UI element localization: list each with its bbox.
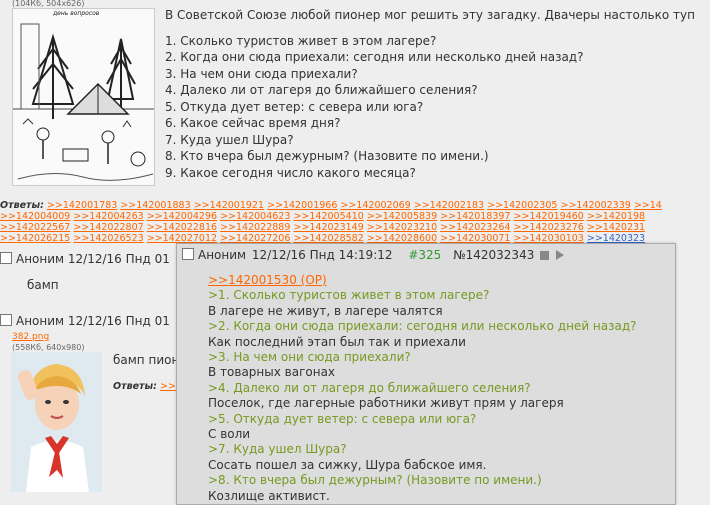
question-3: 3. На чем они сюда приехали? bbox=[165, 66, 358, 81]
popup-quote: >3. На чем они сюда приехали? bbox=[208, 350, 411, 365]
popup-op-link[interactable]: >>142001530 (OP) bbox=[208, 273, 637, 288]
reply-link[interactable]: >>142005839 bbox=[367, 211, 437, 222]
popup-answer: В лагере не живут, в лагере чалятся bbox=[208, 303, 443, 318]
replies-label: Ответы: bbox=[0, 200, 44, 211]
pioneer-illustration bbox=[11, 352, 102, 492]
reply-link[interactable]: >>142004009 bbox=[0, 211, 70, 222]
reply-link[interactable]: >>142022816 bbox=[147, 222, 217, 233]
reply-link[interactable]: >>142001921 bbox=[194, 200, 264, 211]
popup-answer: Козлище активист. bbox=[208, 488, 330, 503]
question-7: 7. Куда ушел Шура? bbox=[165, 132, 294, 147]
post2-checkbox[interactable] bbox=[0, 314, 12, 326]
popup-checkbox[interactable] bbox=[182, 248, 194, 260]
post2-header-text: Аноним 12/12/16 Пнд 01 bbox=[16, 314, 170, 328]
popup-quote: >7. Куда ушел Шура? bbox=[208, 442, 347, 457]
op-text: В Советской Союзе любой пионер мог решит… bbox=[165, 7, 710, 181]
reply-link[interactable]: >>142022807 bbox=[73, 222, 143, 233]
reply-link[interactable]: >>142004263 bbox=[73, 211, 143, 222]
popup-answer: Как последний этап был так и приехали bbox=[208, 334, 466, 349]
reply-link[interactable]: >>142002339 bbox=[560, 200, 630, 211]
reply-link[interactable]: >>142001966 bbox=[267, 200, 337, 211]
popup-quote: >8. Кто вчера был дежурным? (Назовите по… bbox=[208, 473, 542, 488]
reply-link[interactable]: >>142019460 bbox=[514, 211, 584, 222]
question-8: 8. Кто вчера был дежурным? (Назовите по … bbox=[165, 149, 489, 163]
reply-link[interactable]: >>142023264 bbox=[440, 222, 510, 233]
camp-drawing bbox=[13, 23, 154, 181]
expand-triangle-icon[interactable] bbox=[556, 250, 564, 260]
reply-link[interactable]: >>142026523 bbox=[73, 233, 143, 244]
question-2: 2. Когда они сюда приехали: сегодня или … bbox=[165, 50, 584, 64]
replies-row-3: >>142022567 >>142022807 >>142022816 >>14… bbox=[0, 222, 645, 233]
popup-quote: >4. Далеко ли от лагеря до ближайшего се… bbox=[208, 380, 531, 395]
question-9: 9. Какое сегодня число какого месяца? bbox=[165, 165, 416, 180]
reply-link[interactable]: >>142001783 bbox=[47, 200, 117, 211]
popup-answer: С воли bbox=[208, 427, 251, 442]
popup-header: Аноним 12/12/16 Пнд 14:19:12 #325 №14203… bbox=[182, 248, 564, 262]
post1-header: Аноним 12/12/16 Пнд 01 bbox=[0, 252, 170, 266]
op-image-caption: день вопросов bbox=[53, 10, 100, 17]
post-preview-popup: Аноним 12/12/16 Пнд 14:19:12 #325 №14203… bbox=[176, 243, 676, 505]
popup-answer: В товарных вагонах bbox=[208, 365, 336, 380]
reply-link[interactable]: >>142023276 bbox=[514, 222, 584, 233]
reply-link[interactable]: >>142026215 bbox=[0, 233, 70, 244]
post1-checkbox[interactable] bbox=[0, 252, 12, 264]
popup-quote: >2. Когда они сюда приехали: сегодня или… bbox=[208, 319, 637, 334]
reply-link[interactable]: >>142022889 bbox=[220, 222, 290, 233]
question-6: 6. Какое сейчас время дня? bbox=[165, 116, 341, 130]
op-intro: В Советской Союзе любой пионер мог решит… bbox=[165, 8, 695, 22]
popup-quote: >5. Откуда дует ветер: с севера или юга? bbox=[208, 411, 477, 426]
reply-link[interactable]: >>142018397 bbox=[440, 211, 510, 222]
question-1: 1. Сколько туристов живет в этом лагере? bbox=[165, 33, 437, 48]
post1-text: бамп bbox=[27, 278, 59, 292]
question-4: 4. Далеко ли от лагеря до ближайшего сел… bbox=[165, 83, 478, 97]
replies-row-2: >>142004009 >>142004263 >>142004296 >>14… bbox=[0, 211, 645, 222]
reply-link[interactable]: >>142002183 bbox=[414, 200, 484, 211]
hide-icon[interactable] bbox=[540, 251, 550, 260]
post1-header-text: Аноним 12/12/16 Пнд 01 bbox=[16, 252, 170, 266]
reply-link[interactable]: >>1420231 bbox=[587, 222, 645, 233]
post2-reply-link[interactable]: >> bbox=[160, 381, 176, 392]
reply-link[interactable]: >>142004296 bbox=[147, 211, 217, 222]
reply-link[interactable]: >>142023149 bbox=[293, 222, 363, 233]
reply-link[interactable]: >>142023210 bbox=[367, 222, 437, 233]
post2-file-info: (558Кб, 640x980) bbox=[12, 343, 85, 352]
post2-replies: Ответы: >> bbox=[113, 381, 176, 392]
post2-replies-label: Ответы: bbox=[113, 381, 157, 392]
popup-post-id[interactable]: №142032343 bbox=[453, 248, 534, 262]
post2-image[interactable] bbox=[11, 352, 102, 492]
reply-link[interactable]: >>14 bbox=[634, 200, 662, 211]
reply-link[interactable]: >>142001883 bbox=[120, 200, 190, 211]
op-image[interactable]: день вопросов bbox=[12, 8, 155, 186]
question-5: 5. Откуда дует ветер: с севера или юга? bbox=[165, 99, 424, 114]
post2-header: Аноним 12/12/16 Пнд 01 bbox=[0, 314, 170, 328]
post2-text: бамп пион bbox=[113, 353, 180, 367]
reply-link[interactable]: >>142002069 bbox=[340, 200, 410, 211]
reply-link[interactable]: >>142002305 bbox=[487, 200, 557, 211]
post2-file-link[interactable]: 382.png bbox=[12, 332, 49, 342]
popup-author: Аноним bbox=[198, 248, 247, 262]
reply-link[interactable]: >>1420198 bbox=[587, 211, 645, 222]
popup-post-number[interactable]: #325 bbox=[408, 248, 441, 262]
popup-date: 12/12/16 Пнд 14:19:12 bbox=[251, 248, 393, 262]
replies-row-1: Ответы: >>142001783 >>142001883 >>142001… bbox=[0, 200, 662, 211]
reply-link[interactable]: >>142022567 bbox=[0, 222, 70, 233]
op-file-info: (104Кб, 504x626) bbox=[12, 0, 85, 8]
popup-answer: Сосать пошел за сижку, Шура бабское имя. bbox=[208, 457, 487, 472]
reply-link[interactable]: >>142005410 bbox=[293, 211, 363, 222]
reply-link[interactable]: >>142004623 bbox=[220, 211, 290, 222]
popup-quote: >1. Сколько туристов живет в этом лагере… bbox=[208, 288, 490, 303]
popup-answer: Поселок, где лагерные работники живут пр… bbox=[208, 396, 564, 411]
